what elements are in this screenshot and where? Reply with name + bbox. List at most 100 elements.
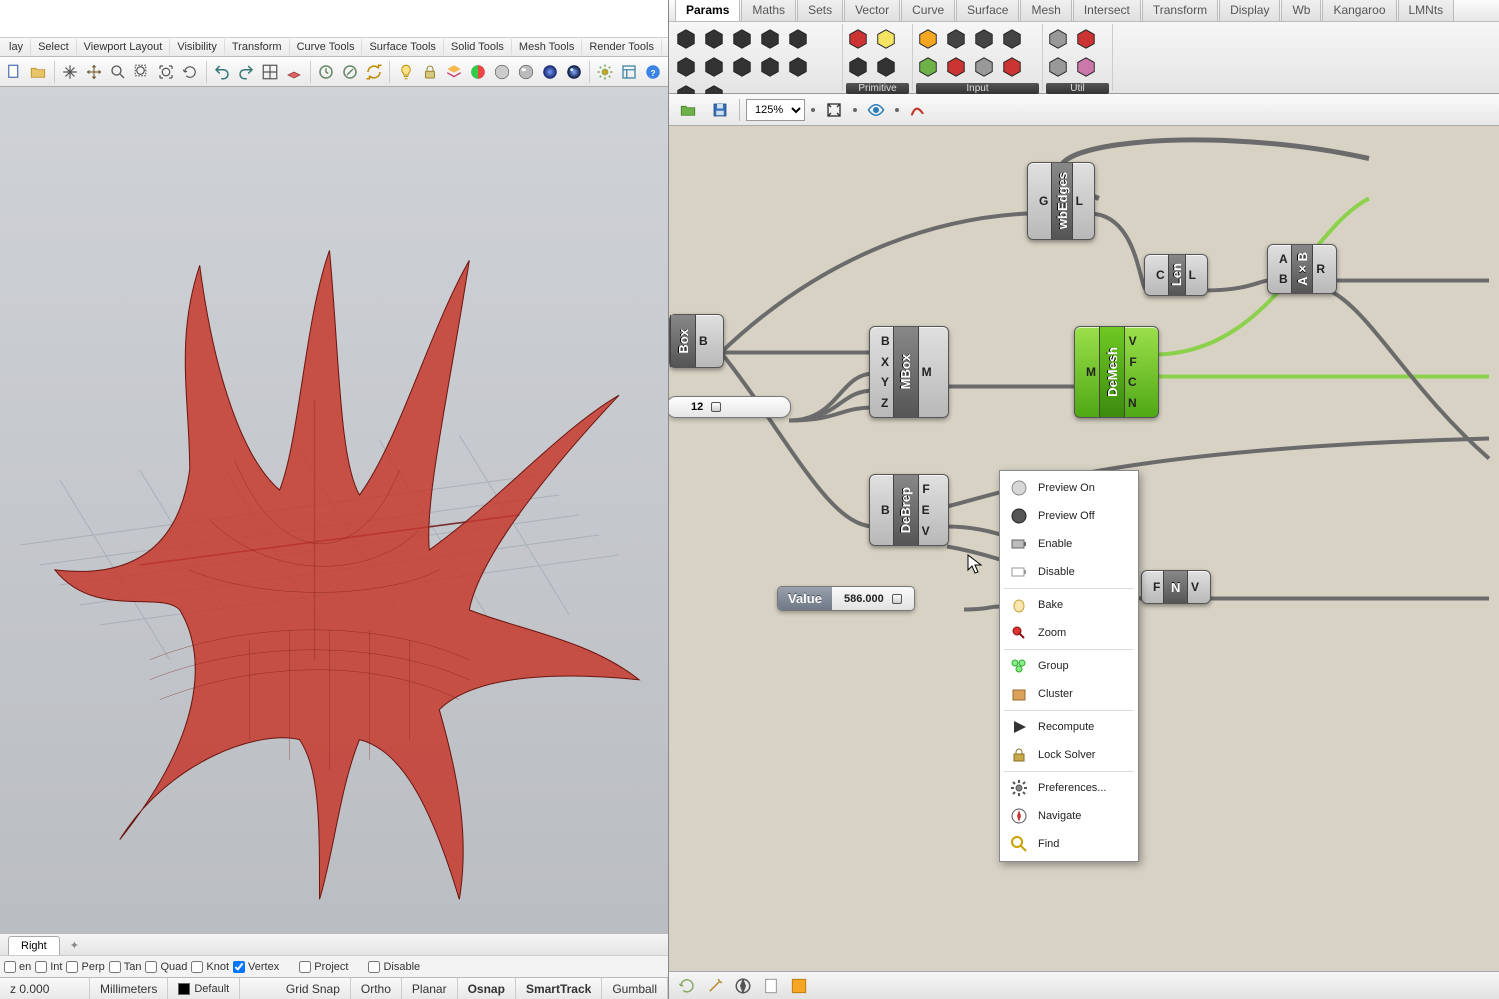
- slider-knob-icon[interactable]: [892, 594, 902, 604]
- ctx-group[interactable]: Group: [1000, 652, 1138, 680]
- move-icon[interactable]: [84, 60, 105, 84]
- param-hex-icon[interactable]: [1046, 27, 1070, 51]
- osnap-bar[interactable]: en Int Perp Tan Quad Knot Vertex Project…: [0, 955, 668, 977]
- param-hex-icon[interactable]: [674, 55, 698, 79]
- param-hex-icon[interactable]: [1046, 55, 1070, 79]
- shade-wire-icon[interactable]: [491, 60, 512, 84]
- status-toggle[interactable]: Grid Snap: [276, 978, 351, 999]
- zoom-icon[interactable]: [108, 60, 129, 84]
- status-toggle[interactable]: Osnap: [458, 978, 516, 999]
- param-hex-icon[interactable]: [730, 55, 754, 79]
- slider-knob-icon[interactable]: [711, 402, 721, 412]
- gh-tab[interactable]: Kangaroo: [1322, 0, 1396, 21]
- gh-tab[interactable]: Vector: [844, 0, 900, 21]
- shade-ghost-icon[interactable]: [515, 60, 536, 84]
- toolset-tab[interactable]: lay: [2, 39, 31, 55]
- param-hex-icon[interactable]: [916, 55, 940, 79]
- param-hex-icon[interactable]: [972, 27, 996, 51]
- color-wheel-icon[interactable]: [467, 60, 488, 84]
- ctx-recompute[interactable]: Recompute: [1000, 713, 1138, 741]
- value-slider[interactable]: Value 586.000: [777, 586, 915, 611]
- toolset-tab[interactable]: Viewport Layout: [77, 39, 171, 55]
- toolset-tab[interactable]: Drafting: [662, 39, 668, 55]
- param-hex-icon[interactable]: [730, 27, 754, 51]
- component-mbox[interactable]: B X Y Z MBox M: [869, 326, 949, 418]
- rotate-view-icon[interactable]: [180, 60, 201, 84]
- sketch-icon[interactable]: [905, 97, 931, 123]
- zoom-select[interactable]: 125%: [746, 99, 805, 121]
- rhino-viewport[interactable]: [0, 87, 668, 933]
- toolset-tab[interactable]: Solid Tools: [444, 39, 512, 55]
- status-toggle[interactable]: Planar: [402, 978, 458, 999]
- gh-tab[interactable]: Mesh: [1020, 0, 1071, 21]
- preview-icon[interactable]: [863, 97, 889, 123]
- history-prev-icon[interactable]: [315, 60, 336, 84]
- pan-icon[interactable]: [60, 60, 81, 84]
- cluster-warning-icon[interactable]: [787, 974, 811, 998]
- param-hex-icon[interactable]: [1074, 27, 1098, 51]
- rhino-toolset-tabs[interactable]: lay Select Viewport Layout Visibility Tr…: [0, 38, 668, 57]
- param-hex-icon[interactable]: [874, 55, 898, 79]
- param-hex-icon[interactable]: [674, 27, 698, 51]
- new-icon[interactable]: [4, 60, 25, 84]
- status-toggle[interactable]: Gumball: [602, 978, 668, 999]
- toolset-tab[interactable]: Curve Tools: [290, 39, 363, 55]
- component-axb[interactable]: A B A×B R: [1267, 244, 1337, 294]
- ctx-preferences[interactable]: Preferences...: [1000, 774, 1138, 802]
- viewport-tabs[interactable]: Right ✦: [0, 933, 668, 955]
- viewport-tab-add[interactable]: ✦: [62, 936, 87, 955]
- zoom-extents-icon[interactable]: [821, 97, 847, 123]
- gh-tab[interactable]: Wb: [1281, 0, 1321, 21]
- param-hex-icon[interactable]: [1074, 55, 1098, 79]
- param-hex-icon[interactable]: [786, 27, 810, 51]
- toolset-tab[interactable]: Visibility: [170, 39, 225, 55]
- status-units[interactable]: Millimeters: [90, 978, 168, 999]
- cplane-icon[interactable]: [284, 60, 305, 84]
- status-layer[interactable]: Default: [168, 978, 240, 999]
- help-icon[interactable]: ?: [643, 60, 664, 84]
- gh-canvas[interactable]: Box B 12 B X Y Z MBox M M DeMesh: [669, 126, 1499, 971]
- param-hex-icon[interactable]: [846, 55, 870, 79]
- shade-render-icon[interactable]: [539, 60, 560, 84]
- ctx-cluster[interactable]: Cluster: [1000, 680, 1138, 708]
- ctx-lock[interactable]: Lock Solver: [1000, 741, 1138, 769]
- render-icon[interactable]: [563, 60, 584, 84]
- component-box[interactable]: Box B: [669, 314, 724, 368]
- component-demesh[interactable]: M DeMesh V F C N: [1074, 326, 1159, 418]
- ctx-disable[interactable]: Disable: [1000, 558, 1138, 586]
- param-hex-icon[interactable]: [702, 55, 726, 79]
- param-hex-icon[interactable]: [916, 27, 940, 51]
- undo-icon[interactable]: [212, 60, 233, 84]
- gh-tab[interactable]: Intersect: [1073, 0, 1141, 21]
- ctx-find[interactable]: Find: [1000, 830, 1138, 858]
- gh-tab[interactable]: Transform: [1142, 0, 1218, 21]
- gh-tab[interactable]: Curve: [901, 0, 955, 21]
- ribbon-group-label[interactable]: Util: [1046, 83, 1109, 94]
- history-icon[interactable]: [675, 974, 699, 998]
- properties-icon[interactable]: [619, 60, 640, 84]
- param-hex-icon[interactable]: [758, 55, 782, 79]
- param-hex-icon[interactable]: [702, 27, 726, 51]
- gh-tab[interactable]: Surface: [956, 0, 1019, 21]
- document-icon[interactable]: [759, 974, 783, 998]
- number-panel[interactable]: 12: [669, 396, 791, 418]
- save-file-icon[interactable]: [707, 97, 733, 123]
- compass-icon[interactable]: [731, 974, 755, 998]
- options-icon[interactable]: [595, 60, 616, 84]
- component-len[interactable]: C Len L: [1144, 254, 1208, 296]
- ctx-preview-on[interactable]: Preview On: [1000, 474, 1138, 502]
- ribbon-group-label[interactable]: Primitive: [846, 83, 909, 94]
- status-toggle[interactable]: SmartTrack: [516, 978, 602, 999]
- ctx-preview-off[interactable]: Preview Off: [1000, 502, 1138, 530]
- ribbon-group-label[interactable]: Input: [916, 83, 1039, 94]
- component-wbedges[interactable]: G wbEdges L: [1027, 162, 1095, 240]
- component-debrep[interactable]: B DeBrep F E V: [869, 474, 949, 546]
- gh-category-tabs[interactable]: Params Maths Sets Vector Curve Surface M…: [669, 0, 1499, 22]
- gh-tab[interactable]: Params: [675, 0, 740, 21]
- status-toggle[interactable]: Ortho: [351, 978, 402, 999]
- param-hex-icon[interactable]: [1000, 55, 1024, 79]
- param-hex-icon[interactable]: [1000, 27, 1024, 51]
- context-menu[interactable]: Preview On Preview Off Enable Disable Ba…: [999, 470, 1139, 862]
- ctx-zoom[interactable]: Zoom: [1000, 619, 1138, 647]
- ctx-bake[interactable]: Bake: [1000, 591, 1138, 619]
